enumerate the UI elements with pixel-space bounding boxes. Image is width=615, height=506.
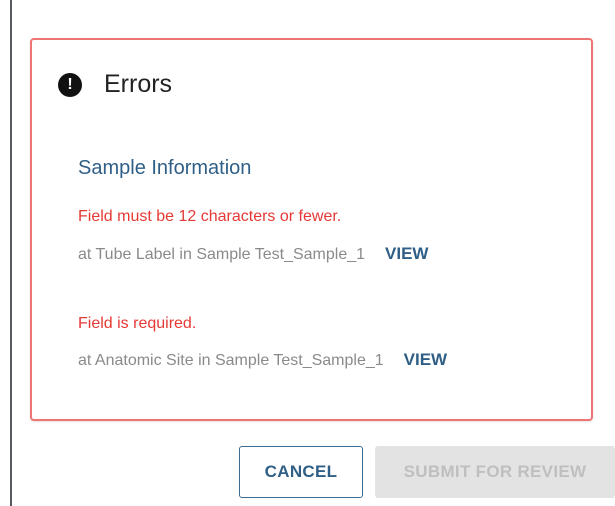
section-heading: Sample Information — [78, 157, 252, 179]
error-location-text: at Tube Label in Sample Test_Sample_1 — [78, 246, 366, 263]
error-location: at Tube Label in Sample Test_Sample_1 VI… — [78, 244, 428, 264]
errors-header: ! Errors — [58, 70, 172, 99]
submit-for-review-button[interactable]: SUBMIT FOR REVIEW — [375, 446, 615, 498]
review-dialog: ! Errors Sample Information Field must b… — [0, 0, 615, 506]
left-divider — [10, 0, 12, 506]
error-message: Field must be 12 characters or fewer. — [78, 208, 342, 225]
view-link-tube-label[interactable]: VIEW — [385, 244, 428, 264]
cancel-button[interactable]: CANCEL — [239, 446, 363, 498]
errors-panel: ! Errors Sample Information Field must b… — [30, 38, 593, 421]
errors-title: Errors — [104, 70, 173, 98]
alert-circle-icon: ! — [58, 72, 82, 97]
error-message: Field is required. — [78, 315, 197, 332]
error-location-text: at Anatomic Site in Sample Test_Sample_1 — [78, 352, 384, 369]
error-location: at Anatomic Site in Sample Test_Sample_1… — [78, 350, 447, 370]
view-link-anatomic-site[interactable]: VIEW — [404, 350, 447, 370]
